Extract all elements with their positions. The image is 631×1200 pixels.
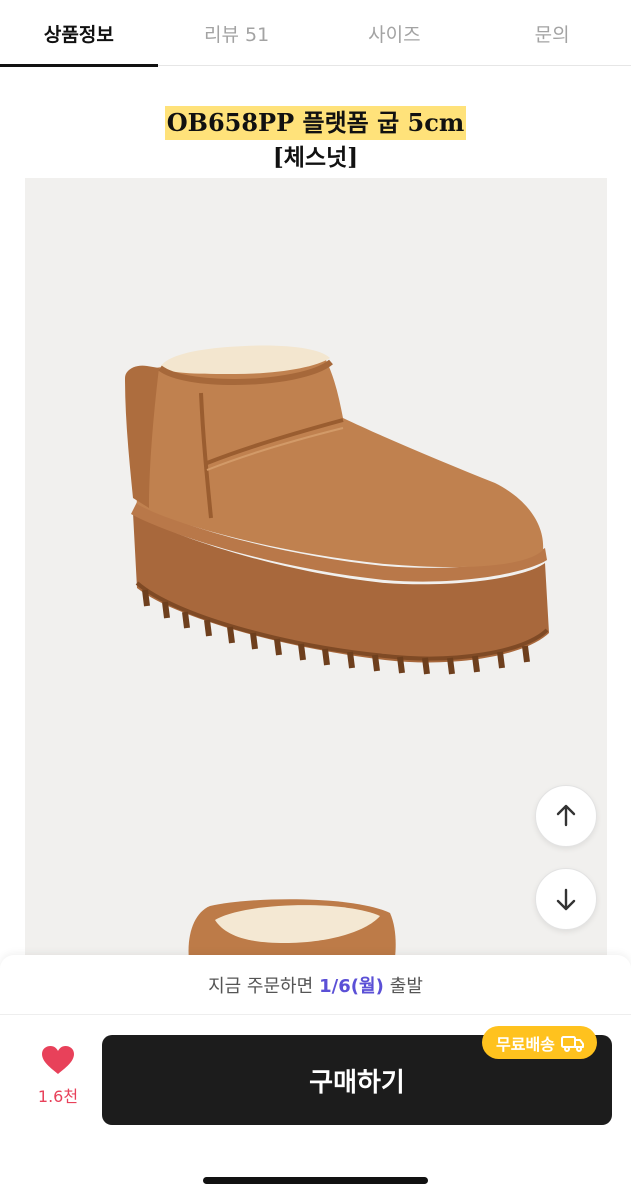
like-count: 1.6천	[37, 1087, 79, 1106]
tab-label: 상품정보	[43, 23, 114, 46]
product-title: OB658PP 플랫폼 굽 5cm	[164, 106, 467, 140]
tab-label: 문의	[534, 23, 570, 46]
heart-icon	[42, 1046, 74, 1074]
boot-illustration	[125, 345, 549, 968]
truck-icon	[560, 1035, 584, 1052]
buy-label: 구매하기	[309, 1067, 405, 1098]
tab-label: 리뷰 51	[204, 23, 270, 46]
free-shipping-badge: 무료배송	[482, 1026, 597, 1059]
tab-inquiry[interactable]: 문의	[473, 0, 631, 66]
product-subtitle: [체스넛]	[272, 144, 359, 171]
delivery-prefix: 지금 주문하면	[208, 975, 314, 997]
delivery-suffix: 출발	[389, 975, 423, 997]
tab-label: 사이즈	[368, 23, 421, 46]
product-heading: OB658PP 플랫폼 굽 5cm [체스넛]	[0, 106, 631, 174]
boot-image-main	[125, 345, 549, 675]
delivery-date: 1/6(월)	[319, 975, 384, 997]
product-image	[25, 178, 607, 968]
home-indicator[interactable]	[203, 1177, 428, 1184]
arrow-down-icon	[556, 888, 576, 911]
arrow-up-icon	[556, 804, 576, 827]
tab-product-info[interactable]: 상품정보	[0, 0, 158, 67]
like-button[interactable]: 1.6천	[28, 1045, 88, 1107]
scroll-down-button[interactable]	[535, 868, 597, 930]
tab-bar: 상품정보 리뷰 51 사이즈 문의	[0, 0, 631, 67]
tab-reviews[interactable]: 리뷰 51	[158, 0, 316, 66]
delivery-notice: 지금 주문하면 1/6(월) 출발	[0, 955, 631, 1015]
purchase-bar: 지금 주문하면 1/6(월) 출발 1.6천 구매하기 무료배송	[0, 955, 631, 1200]
scroll-up-button[interactable]	[535, 785, 597, 847]
badge-label: 무료배송	[496, 1034, 555, 1054]
tab-size[interactable]: 사이즈	[316, 0, 474, 66]
